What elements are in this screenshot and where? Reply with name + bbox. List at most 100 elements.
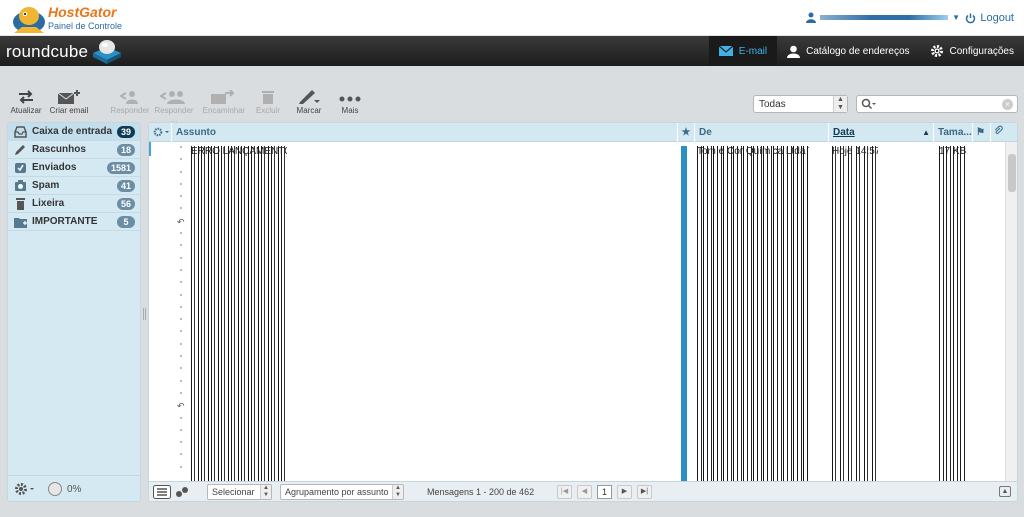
compose-button[interactable]: Criar email	[47, 90, 91, 115]
last-page-button[interactable]: ▶|	[637, 485, 652, 499]
folder-options-button[interactable]	[14, 482, 38, 499]
read-status-icon	[180, 342, 182, 345]
main-nav: E-mail Catálogo de endereços Configuraçõ…	[708, 36, 1024, 66]
sent-icon	[15, 163, 26, 173]
read-status-icon	[180, 355, 182, 358]
read-status-icon	[180, 318, 182, 321]
panel-splitter[interactable]	[143, 308, 146, 320]
clear-search-icon[interactable]: ×	[1002, 99, 1013, 110]
folder-spam[interactable]: Spam 41	[8, 177, 140, 195]
spam-icon	[15, 180, 26, 191]
paperclip-icon	[994, 125, 1003, 135]
threads-menu[interactable]: Agrupamento por assunto ▲ ▼	[280, 484, 404, 500]
folder-importante[interactable]: IMPORTANTE 5	[8, 213, 140, 231]
read-status-icon	[180, 330, 182, 333]
expand-preview-icon[interactable]: ▲	[999, 486, 1011, 497]
roundcube-cube-icon	[93, 40, 121, 64]
folder-trash[interactable]: Lixeira 56	[8, 195, 140, 213]
from-column-text[interactable]: Tom e Cor Química Ltda To	[697, 146, 809, 482]
scrollbar-thumb[interactable]	[1008, 154, 1016, 192]
compose-icon	[58, 90, 80, 104]
delete-button[interactable]: Excluir	[246, 90, 290, 115]
refresh-button[interactable]: Atualizar	[4, 90, 48, 115]
nav-contacts[interactable]: Catálogo de endereços	[777, 36, 919, 66]
list-options-button[interactable]	[149, 123, 171, 142]
trash-icon	[16, 198, 25, 210]
read-status-icon	[180, 268, 182, 271]
folder-inbox[interactable]: Caixa de entrada 39	[8, 123, 140, 141]
inbox-icon	[14, 126, 27, 138]
list-view-icon[interactable]	[153, 485, 171, 499]
column-from[interactable]: De	[694, 123, 828, 142]
read-status-icon	[180, 453, 182, 456]
read-status-icon	[180, 441, 182, 444]
next-page-button[interactable]: ▶	[617, 485, 632, 499]
folder-label: Caixa de entrada	[32, 126, 113, 137]
refresh-icon	[19, 90, 33, 104]
read-status-icon	[180, 391, 182, 394]
folder-label: Enviados	[32, 162, 77, 173]
read-status-icon	[180, 146, 182, 148]
select-menu[interactable]: Selecionar ▲ ▼	[207, 484, 272, 500]
power-icon	[966, 13, 976, 23]
unread-count-badge: 56	[116, 198, 135, 210]
nav-email-label: E-mail	[738, 45, 768, 57]
folder-footer: 0%	[8, 475, 140, 501]
hostgator-brand: HostGator	[48, 4, 117, 20]
folder-sent[interactable]: Enviados 1581	[8, 159, 140, 177]
unread-count-badge: 41	[116, 180, 135, 192]
nav-email[interactable]: E-mail	[708, 36, 778, 66]
logout-label: Logout	[980, 12, 1014, 24]
replied-icon: ↶	[177, 401, 185, 412]
folder-list: Caixa de entrada 39 Rascunhos 18 Enviado…	[7, 122, 141, 502]
read-status-icon	[180, 379, 182, 382]
read-status-icon	[180, 256, 182, 259]
user-menu[interactable]: ▼	[806, 12, 960, 23]
nav-settings[interactable]: Configurações	[920, 36, 1024, 66]
hostgator-logo[interactable]	[10, 3, 48, 34]
folder-drafts[interactable]: Rascunhos 18	[8, 141, 140, 159]
flag-icon[interactable]: ⚑	[972, 123, 990, 142]
subject-column-text[interactable]: ERRO LANÇAMENTO	[191, 146, 287, 482]
search-icon[interactable]	[861, 98, 877, 110]
forward-icon	[211, 90, 235, 104]
forward-button[interactable]: Encaminhar	[202, 90, 246, 115]
column-subject[interactable]: Assunto	[171, 123, 677, 142]
quota-icon	[48, 482, 62, 496]
first-page-button[interactable]: |◀	[557, 485, 572, 499]
more-button[interactable]: Mais	[328, 90, 372, 115]
reply-icon	[119, 91, 138, 104]
read-status-icon	[180, 232, 182, 235]
list-scrollbar[interactable]	[1005, 142, 1017, 483]
nav-settings-label: Configurações	[949, 45, 1014, 57]
quota-percent: 0%	[67, 484, 82, 495]
reply-all-button[interactable]: Responder ...	[152, 90, 196, 124]
unread-count-badge: 1581	[106, 162, 135, 174]
message-list: Assunto ★ De Data ▲ Tama... ⚑ ↶ ↶ ERRO LA…	[148, 122, 1018, 502]
logout-link[interactable]: Logout	[965, 12, 1014, 24]
mark-button[interactable]: Marcar	[287, 90, 331, 115]
date-column-text: Hoje 14:57	[832, 146, 878, 482]
threads-icon[interactable]	[175, 485, 189, 499]
previous-page-button[interactable]: ◀	[577, 485, 592, 499]
app-topbar: roundcube E-mail Catálogo de endereços C…	[0, 36, 1024, 66]
read-status-icon	[180, 428, 182, 431]
search-input[interactable]	[877, 97, 995, 111]
column-size[interactable]: Tama...	[933, 123, 972, 142]
trash-icon	[262, 91, 274, 104]
read-status-icon	[180, 281, 182, 284]
page-number[interactable]: 1	[597, 485, 612, 499]
first-from: Tom e Cor Química Ltda To	[697, 146, 809, 156]
folder-label: IMPORTANTE	[32, 216, 98, 227]
mark-icon	[299, 90, 320, 104]
attachment-icon[interactable]	[990, 123, 1006, 142]
replied-icon: ↶	[177, 216, 185, 227]
roundcube-logo: roundcube	[6, 42, 89, 61]
column-date[interactable]: Data ▲	[828, 123, 933, 142]
reply-button[interactable]: Responder	[108, 90, 152, 115]
star-icon[interactable]: ★	[677, 123, 694, 142]
search-box[interactable]: ×	[856, 95, 1018, 113]
select-arrows-icon: ▲ ▼	[392, 485, 403, 499]
filter-select[interactable]: Todas ▲ ▼	[753, 95, 848, 113]
folder-label: Lixeira	[32, 198, 65, 209]
